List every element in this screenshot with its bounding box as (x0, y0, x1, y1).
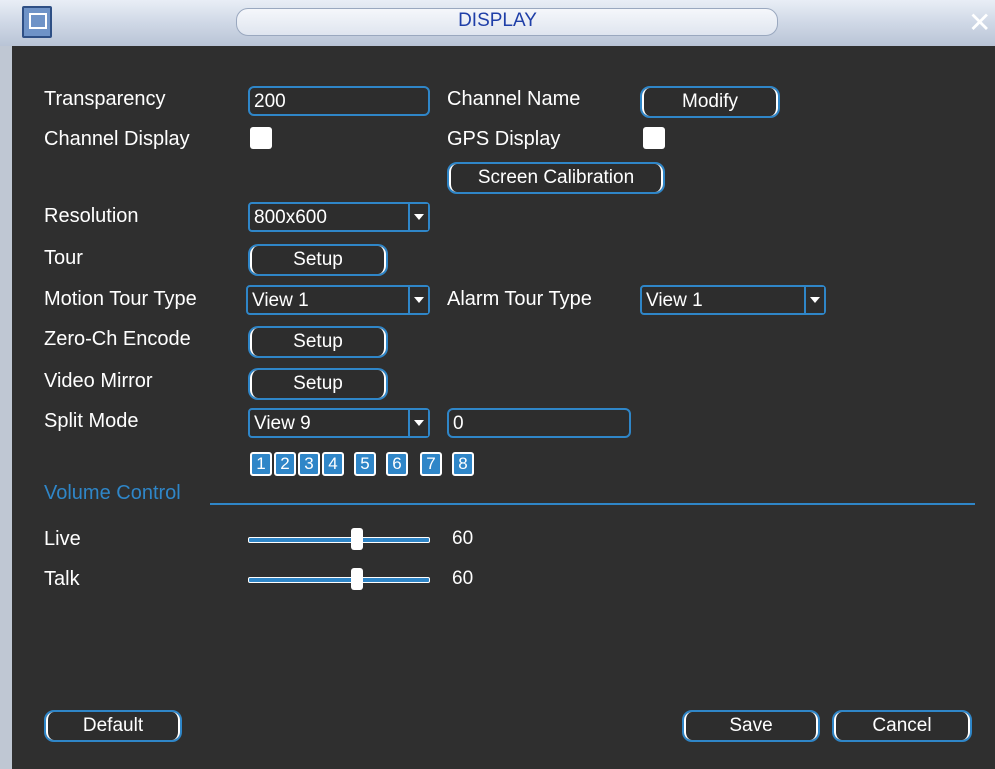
chevron-down-icon[interactable] (408, 410, 428, 436)
video-mirror-setup-button[interactable]: Setup (248, 368, 388, 400)
channel-display-checkbox[interactable] (250, 127, 272, 149)
tour-setup-button[interactable]: Setup (248, 244, 388, 276)
cancel-button[interactable]: Cancel (832, 710, 972, 742)
section-divider (210, 503, 975, 505)
save-button-label: Save (684, 712, 818, 740)
channel-button-7[interactable]: 7 (420, 452, 442, 476)
window-title: DISPLAY (458, 10, 537, 31)
live-label: Live (44, 528, 81, 550)
zero-ch-setup-label: Setup (250, 328, 386, 356)
channel-button-4[interactable]: 4 (322, 452, 344, 476)
live-volume-value: 60 (452, 528, 474, 549)
default-button[interactable]: Default (44, 710, 182, 742)
alarm-tour-type-label: Alarm Tour Type (447, 288, 592, 310)
transparency-label: Transparency (44, 88, 166, 110)
zero-ch-encode-setup-button[interactable]: Setup (248, 326, 388, 358)
zero-ch-encode-label: Zero-Ch Encode (44, 328, 191, 350)
channel-button-8[interactable]: 8 (452, 452, 474, 476)
tour-setup-label: Setup (250, 246, 386, 274)
alarm-tour-type-value: View 1 (646, 290, 703, 311)
alarm-tour-type-select[interactable]: View 1 (640, 285, 826, 315)
cancel-button-label: Cancel (834, 712, 970, 740)
split-mode-select[interactable]: View 9 (248, 408, 430, 438)
split-mode-label: Split Mode (44, 410, 139, 432)
chevron-down-icon[interactable] (804, 287, 824, 313)
chevron-down-icon[interactable] (408, 204, 428, 230)
talk-volume-slider[interactable] (248, 577, 430, 583)
resolution-label: Resolution (44, 205, 139, 227)
channel-button-1[interactable]: 1 (250, 452, 272, 476)
motion-tour-type-label: Motion Tour Type (44, 288, 197, 310)
video-mirror-setup-label: Setup (250, 370, 386, 398)
split-channel-input[interactable]: 0 (447, 408, 631, 438)
channel-button-2[interactable]: 2 (274, 452, 296, 476)
transparency-input[interactable]: 200 (248, 86, 430, 116)
channel-display-label: Channel Display (44, 128, 190, 150)
volume-control-heading: Volume Control (44, 482, 181, 504)
chevron-down-icon[interactable] (408, 287, 428, 313)
channel-button-6[interactable]: 6 (386, 452, 408, 476)
resolution-select[interactable]: 800x600 (248, 202, 430, 232)
screen-calibration-button[interactable]: Screen Calibration (447, 162, 665, 194)
default-button-label: Default (46, 712, 180, 740)
live-volume-thumb[interactable] (351, 528, 364, 550)
split-mode-value: View 9 (254, 413, 311, 434)
save-button[interactable]: Save (682, 710, 820, 742)
tour-label: Tour (44, 247, 83, 269)
live-volume-slider[interactable] (248, 537, 430, 543)
talk-volume-value: 60 (452, 568, 474, 589)
title-bar: DISPLAY ✕ (0, 0, 995, 46)
talk-label: Talk (44, 568, 80, 590)
channel-button-3[interactable]: 3 (298, 452, 320, 476)
talk-volume-thumb[interactable] (351, 568, 364, 590)
motion-tour-type-select[interactable]: View 1 (246, 285, 430, 315)
video-mirror-label: Video Mirror (44, 370, 153, 392)
channel-button-5[interactable]: 5 (354, 452, 376, 476)
gps-display-checkbox[interactable] (643, 127, 665, 149)
modify-button[interactable]: Modify (640, 86, 780, 118)
gps-display-label: GPS Display (447, 128, 561, 150)
close-icon[interactable]: ✕ (968, 9, 991, 37)
screen-calibration-label: Screen Calibration (449, 164, 663, 192)
resolution-value: 800x600 (254, 207, 327, 228)
channel-name-label: Channel Name (447, 88, 581, 110)
modify-button-label: Modify (642, 88, 778, 116)
motion-tour-type-value: View 1 (252, 290, 309, 311)
